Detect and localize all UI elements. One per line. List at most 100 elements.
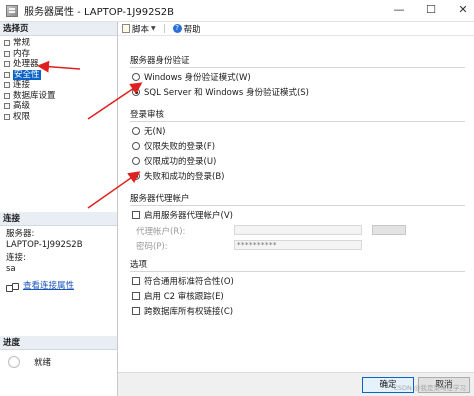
- option-label: 无(N): [144, 127, 166, 137]
- option-label: 仅限失败的登录(F): [144, 142, 216, 152]
- audit-none-radio[interactable]: 无(N): [132, 125, 166, 137]
- connection-value: sa: [6, 264, 16, 274]
- mixed-auth-radio[interactable]: SQL Server 和 Windows 身份验证模式(S): [132, 86, 309, 98]
- audit-successful-radio[interactable]: 仅限成功的登录(U): [132, 155, 216, 167]
- nav-label: 连接: [13, 80, 31, 90]
- help-button[interactable]: ? 帮助: [172, 23, 201, 35]
- nav-item-connections[interactable]: 连接: [0, 80, 117, 91]
- server-auth-title: 服务器身份验证: [130, 56, 190, 66]
- maximize-button[interactable]: ☐: [424, 3, 438, 16]
- page-icon: [4, 50, 10, 57]
- nav-item-permissions[interactable]: 权限: [0, 112, 117, 123]
- checkbox: [132, 292, 140, 300]
- nav-item-advanced[interactable]: 高级: [0, 101, 117, 112]
- checkbox: [132, 307, 140, 315]
- help-label: 帮助: [183, 24, 201, 35]
- server-value: LAPTOP-1J992S2B: [6, 240, 83, 250]
- c2-audit-checkbox[interactable]: 启用 C2 审核跟踪(E): [132, 290, 224, 302]
- connection-header: 连接: [0, 212, 117, 226]
- nav-item-security[interactable]: 安全性: [0, 69, 117, 80]
- radio-button: [132, 127, 140, 135]
- cross-db-chaining-checkbox[interactable]: 跨数据库所有权链接(C): [132, 305, 233, 317]
- proxy-account-label: 代理帐户(R):: [136, 227, 186, 237]
- checkbox: [132, 211, 140, 219]
- nav-label: 内存: [13, 48, 31, 59]
- connection-properties-icon: [6, 282, 19, 292]
- option-label: 仅限成功的登录(U): [144, 157, 217, 167]
- progress-spinner-icon: [8, 356, 20, 368]
- security-page: 脚本 ▼ ? 帮助 服务器身份验证 Windows 身份验证模式(W) SQL …: [118, 22, 474, 372]
- page-icon: [4, 71, 10, 78]
- toolbar-divider: [163, 24, 165, 33]
- nav-item-processor[interactable]: 处理器: [0, 59, 117, 70]
- checkbox: [132, 277, 140, 285]
- nav-label: 高级: [13, 101, 31, 111]
- password-label: 密码(P):: [136, 242, 168, 252]
- window-controls: — ☐ ✕: [392, 3, 470, 16]
- nav-label: 常规: [13, 38, 31, 48]
- nav-label: 权限: [13, 111, 31, 122]
- audit-failed-radio[interactable]: 仅限失败的登录(F): [132, 140, 215, 152]
- radio-button: [132, 157, 140, 165]
- left-panel: 选择页 常规 内存 处理器 安全性 连接 数据库设置 高级 权限 连接 服务器:…: [0, 22, 118, 396]
- watermark: CSDN @我是菜鸟在学习: [393, 384, 466, 392]
- chevron-down-icon: ▼: [151, 25, 156, 32]
- view-connection-properties-link[interactable]: 查看连接属性: [6, 281, 111, 292]
- connection-section: 连接 服务器: LAPTOP-1J992S2B 连接: sa 查看连接属性: [0, 212, 117, 295]
- script-label: 脚本: [132, 24, 150, 35]
- nav-label: 安全性: [13, 69, 41, 80]
- help-icon: ?: [172, 24, 182, 33]
- server-properties-icon: [6, 4, 18, 17]
- option-label: 符合通用标准符合性(O): [144, 277, 234, 287]
- script-button[interactable]: 脚本 ▼: [122, 23, 156, 35]
- close-button[interactable]: ✕: [456, 3, 470, 16]
- toolbar: 脚本 ▼ ? 帮助: [118, 22, 474, 36]
- enable-proxy-checkbox[interactable]: 启用服务器代理帐户(V): [132, 209, 233, 221]
- nav-label: 数据库设置: [13, 90, 56, 101]
- option-label: 启用服务器代理帐户(V): [144, 211, 233, 221]
- divider: [130, 67, 465, 68]
- nav-label: 处理器: [13, 59, 39, 69]
- progress-section: 进度 就绪: [0, 336, 117, 374]
- page-icon: [4, 92, 10, 99]
- audit-both-radio[interactable]: 失败和成功的登录(B): [132, 170, 224, 182]
- option-label: 失败和成功的登录(B): [144, 172, 225, 182]
- minimize-button[interactable]: —: [392, 3, 406, 16]
- select-page-header: 选择页: [0, 22, 117, 36]
- page-icon: [4, 103, 10, 110]
- radio-button: [132, 88, 140, 96]
- page-icon: [4, 113, 10, 120]
- divider: [130, 271, 465, 272]
- proxy-account-browse-button[interactable]: [372, 225, 406, 235]
- option-label: 跨数据库所有权链接(C): [144, 307, 234, 317]
- dialog-button-bar: 确定 取消 CSDN @我是菜鸟在学习: [118, 372, 474, 396]
- proxy-account-input[interactable]: [234, 225, 362, 235]
- connection-label: 连接:: [6, 253, 26, 263]
- proxy-account-title: 服务器代理帐户: [130, 194, 190, 204]
- common-criteria-checkbox[interactable]: 符合通用标准符合性(O): [132, 275, 234, 287]
- page-nav-list: 常规 内存 处理器 安全性 连接 数据库设置 高级 权限: [0, 36, 117, 122]
- progress-header: 进度: [0, 336, 117, 350]
- radio-button: [132, 142, 140, 150]
- nav-item-general[interactable]: 常规: [0, 38, 117, 49]
- radio-button: [132, 73, 140, 81]
- page-icon: [4, 61, 10, 68]
- login-audit-title: 登录审核: [130, 110, 165, 120]
- divider: [130, 205, 465, 206]
- window-title: 服务器属性 - LAPTOP-1J992S2B: [24, 7, 175, 18]
- options-title: 选项: [130, 260, 148, 270]
- option-label: SQL Server 和 Windows 身份验证模式(S): [144, 88, 309, 98]
- server-label: 服务器:: [6, 229, 35, 239]
- divider: [130, 121, 465, 122]
- proxy-password-input[interactable]: **********: [234, 240, 362, 250]
- page-icon: [4, 82, 10, 89]
- option-label: Windows 身份验证模式(W): [144, 73, 251, 83]
- window-titlebar: 服务器属性 - LAPTOP-1J992S2B — ☐ ✕: [0, 0, 474, 22]
- nav-item-database-settings[interactable]: 数据库设置: [0, 91, 117, 102]
- script-icon: [122, 24, 130, 33]
- option-label: 启用 C2 审核跟踪(E): [144, 292, 224, 302]
- progress-status: 就绪: [34, 358, 52, 368]
- windows-auth-radio[interactable]: Windows 身份验证模式(W): [132, 71, 251, 83]
- link-label: 查看连接属性: [23, 281, 75, 291]
- nav-item-memory[interactable]: 内存: [0, 49, 117, 60]
